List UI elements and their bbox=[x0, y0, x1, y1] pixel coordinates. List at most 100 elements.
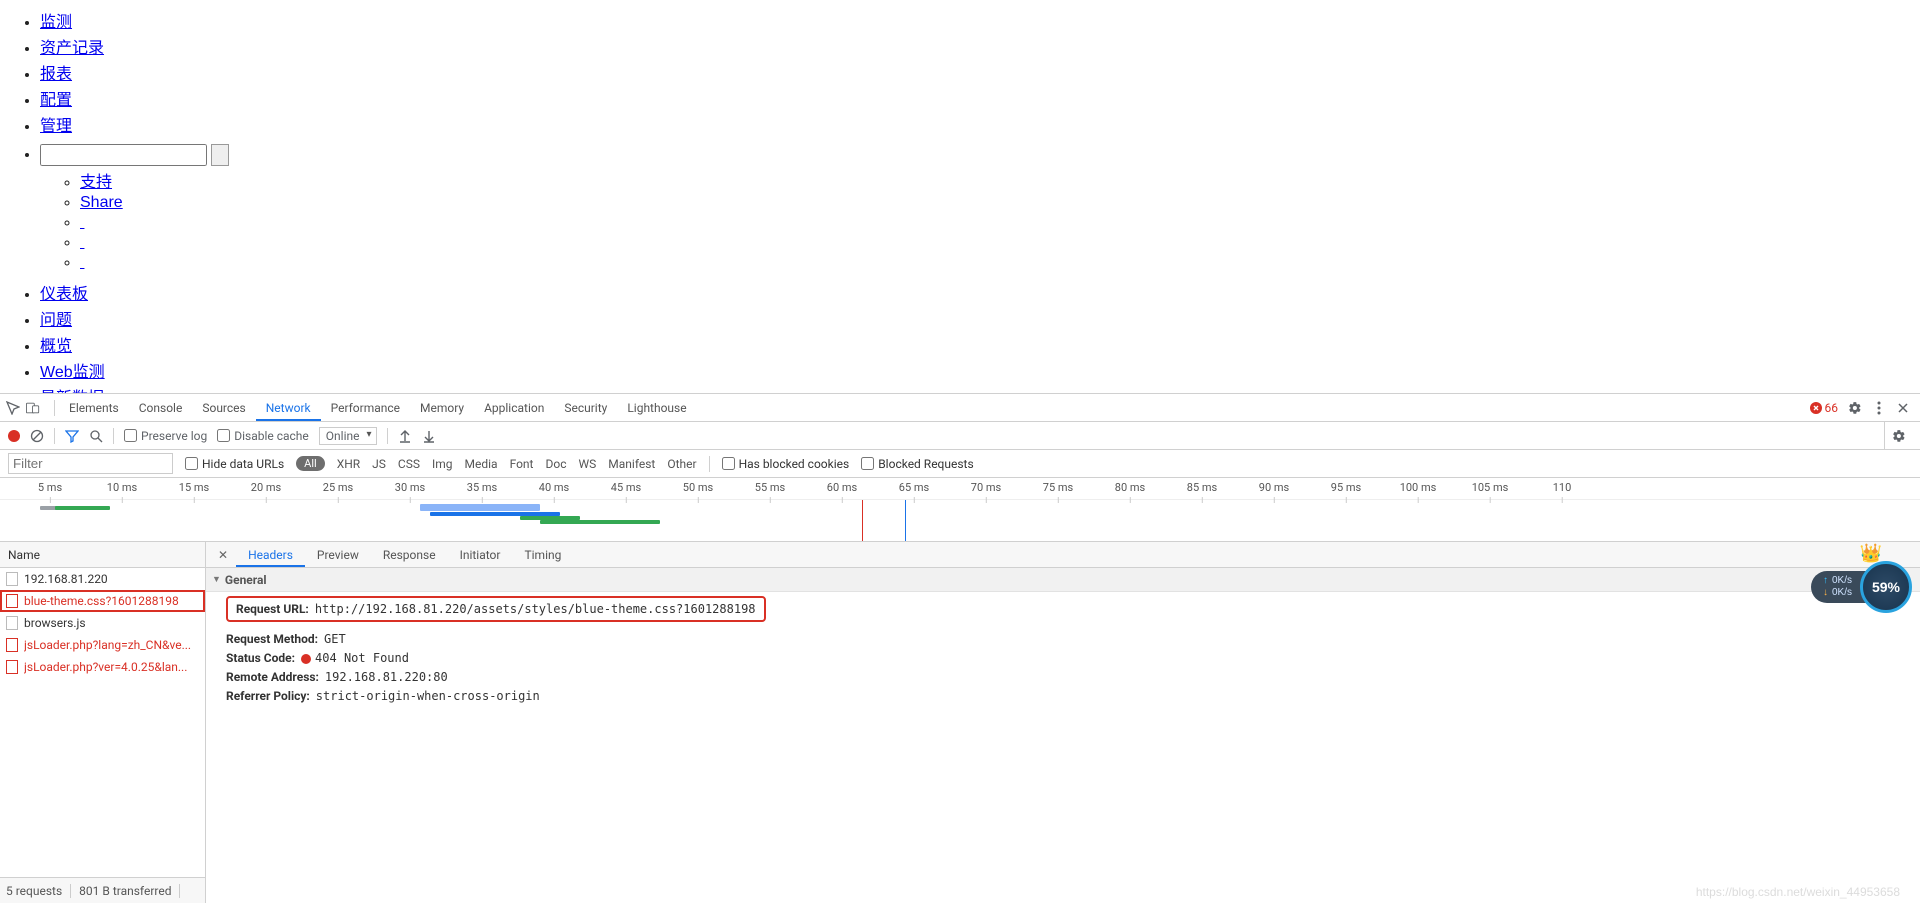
filter-type-media[interactable]: Media bbox=[465, 457, 498, 471]
request-name: jsLoader.php?ver=4.0.25&lan... bbox=[24, 660, 187, 674]
filter-type-js[interactable]: JS bbox=[372, 457, 386, 471]
nav-item[interactable]: 最新数据 bbox=[40, 390, 104, 393]
file-icon bbox=[6, 660, 18, 674]
filter-type-font[interactable]: Font bbox=[510, 457, 534, 471]
filter-type-other[interactable]: Other bbox=[667, 457, 696, 471]
kebab-menu-icon[interactable] bbox=[1872, 401, 1886, 415]
request-row[interactable]: browsers.js bbox=[0, 612, 205, 634]
devtools-tab-elements[interactable]: Elements bbox=[59, 395, 129, 421]
request-name: blue-theme.css?1601288198 bbox=[24, 594, 179, 608]
devtools-tab-security[interactable]: Security bbox=[554, 395, 617, 421]
filter-type-css[interactable]: CSS bbox=[398, 457, 420, 471]
memory-percent-circle[interactable]: 59% bbox=[1860, 561, 1912, 613]
preserve-log-checkbox[interactable]: Preserve log bbox=[124, 429, 207, 443]
detail-tab-response[interactable]: Response bbox=[371, 543, 448, 567]
network-timeline[interactable]: 5 ms10 ms15 ms20 ms25 ms30 ms35 ms40 ms4… bbox=[0, 478, 1920, 542]
file-icon bbox=[6, 616, 18, 630]
nav-item[interactable]: 管理 bbox=[40, 118, 72, 135]
filter-funnel-icon[interactable] bbox=[65, 429, 79, 443]
hide-data-urls-checkbox[interactable]: Hide data URLs bbox=[185, 457, 284, 471]
filter-type-all[interactable]: All bbox=[296, 456, 325, 471]
nav-item[interactable]: 问题 bbox=[40, 312, 72, 329]
request-row[interactable]: 192.168.81.220 bbox=[0, 568, 205, 590]
request-row[interactable]: jsLoader.php?lang=zh_CN&ve... bbox=[0, 634, 205, 656]
search-icon[interactable] bbox=[89, 429, 103, 443]
filter-type-manifest[interactable]: Manifest bbox=[608, 457, 655, 471]
timeline-tick: 50 ms bbox=[683, 481, 713, 494]
timeline-tick: 5 ms bbox=[38, 481, 62, 494]
filter-type-img[interactable]: Img bbox=[432, 457, 453, 471]
devtools-tab-application[interactable]: Application bbox=[474, 395, 554, 421]
devtools-tab-console[interactable]: Console bbox=[129, 395, 193, 421]
divider bbox=[387, 428, 388, 444]
request-row[interactable]: blue-theme.css?1601288198 bbox=[0, 590, 205, 612]
nav-item[interactable]: 报表 bbox=[40, 66, 72, 83]
nav-item-blank[interactable] bbox=[80, 254, 84, 271]
filter-type-doc[interactable]: Doc bbox=[545, 457, 566, 471]
has-blocked-cookies-checkbox[interactable]: Has blocked cookies bbox=[722, 457, 850, 471]
devtools-tab-sources[interactable]: Sources bbox=[192, 395, 255, 421]
nav-item-blank[interactable] bbox=[80, 214, 84, 231]
network-main: Name 192.168.81.220 blue-theme.css?160128… bbox=[0, 542, 1920, 903]
settings-gear-icon[interactable] bbox=[1848, 401, 1862, 415]
throttling-value: Online bbox=[326, 429, 360, 443]
network-toolbar: Preserve log Disable cache Online bbox=[0, 422, 1920, 450]
name-column-header[interactable]: Name bbox=[0, 542, 205, 568]
devtools-tab-performance[interactable]: Performance bbox=[321, 395, 410, 421]
detail-tab-initiator[interactable]: Initiator bbox=[448, 543, 513, 567]
devtools-tab-network[interactable]: Network bbox=[256, 395, 321, 421]
devtools-tab-memory[interactable]: Memory bbox=[410, 395, 474, 421]
nav-item[interactable]: 仪表板 bbox=[40, 286, 88, 303]
search-input[interactable] bbox=[40, 144, 207, 166]
upload-har-icon[interactable] bbox=[398, 429, 412, 443]
detail-tab-headers[interactable]: Headers bbox=[236, 543, 305, 567]
download-har-icon[interactable] bbox=[422, 429, 436, 443]
domcontent-line bbox=[862, 500, 863, 542]
nav-item[interactable]: Share bbox=[80, 194, 123, 211]
watermark-text: https://blog.csdn.net/weixin_44953658 bbox=[1696, 885, 1900, 899]
detail-tab-timing[interactable]: Timing bbox=[512, 543, 573, 567]
disable-cache-checkbox[interactable]: Disable cache bbox=[217, 429, 309, 443]
close-devtools-icon[interactable] bbox=[1896, 401, 1910, 415]
request-method-value: GET bbox=[324, 632, 346, 646]
blocked-requests-checkbox[interactable]: Blocked Requests bbox=[861, 457, 973, 471]
timeline-tick: 35 ms bbox=[467, 481, 497, 494]
inspect-icon[interactable] bbox=[6, 401, 20, 415]
general-section-header[interactable]: ▼ General bbox=[206, 568, 1920, 592]
nav-item[interactable]: 支持 bbox=[80, 174, 112, 191]
page-scroll[interactable]: 监测 资产记录 报表 配置 管理 支持 Share 仪表板 bbox=[0, 0, 1920, 393]
timeline-tick: 110 bbox=[1553, 481, 1572, 494]
nav-item[interactable]: 配置 bbox=[40, 92, 72, 109]
divider bbox=[113, 428, 114, 444]
error-count-badge[interactable]: 66 bbox=[1810, 401, 1839, 415]
footer-requests: 5 requests bbox=[6, 884, 62, 898]
nav-item[interactable]: Web监测 bbox=[40, 364, 105, 381]
close-detail-icon[interactable]: ✕ bbox=[210, 548, 236, 562]
status-code-value: 404 Not Found bbox=[315, 651, 409, 665]
divider bbox=[54, 400, 55, 416]
timeline-tick: 80 ms bbox=[1115, 481, 1145, 494]
filter-type-xhr[interactable]: XHR bbox=[337, 457, 360, 471]
search-button[interactable] bbox=[211, 144, 229, 166]
record-button[interactable] bbox=[8, 430, 20, 442]
timeline-tick: 85 ms bbox=[1187, 481, 1217, 494]
load-line bbox=[905, 500, 906, 542]
request-row[interactable]: jsLoader.php?ver=4.0.25&lan... bbox=[0, 656, 205, 678]
timeline-tick: 25 ms bbox=[323, 481, 353, 494]
nav-item[interactable]: 概览 bbox=[40, 338, 72, 355]
throttling-select[interactable]: Online bbox=[319, 427, 377, 445]
detail-tab-preview[interactable]: Preview bbox=[305, 543, 371, 567]
nav-item[interactable]: 监测 bbox=[40, 14, 72, 31]
network-settings-gear-icon[interactable] bbox=[1884, 422, 1912, 450]
filter-input[interactable] bbox=[8, 453, 173, 474]
timeline-bar bbox=[55, 506, 110, 510]
nav-item[interactable]: 资产记录 bbox=[40, 40, 104, 57]
timeline-tick: 75 ms bbox=[1043, 481, 1073, 494]
network-speed-widget[interactable]: 👑 ↑0K/s ↓0K/s 59% bbox=[1811, 561, 1912, 613]
devtools-tab-lighthouse[interactable]: Lighthouse bbox=[617, 395, 696, 421]
nav-item-blank[interactable] bbox=[80, 234, 84, 251]
status-dot-icon bbox=[301, 654, 311, 664]
device-toggle-icon[interactable] bbox=[26, 401, 40, 415]
filter-type-ws[interactable]: WS bbox=[578, 457, 596, 471]
clear-icon[interactable] bbox=[30, 429, 44, 443]
